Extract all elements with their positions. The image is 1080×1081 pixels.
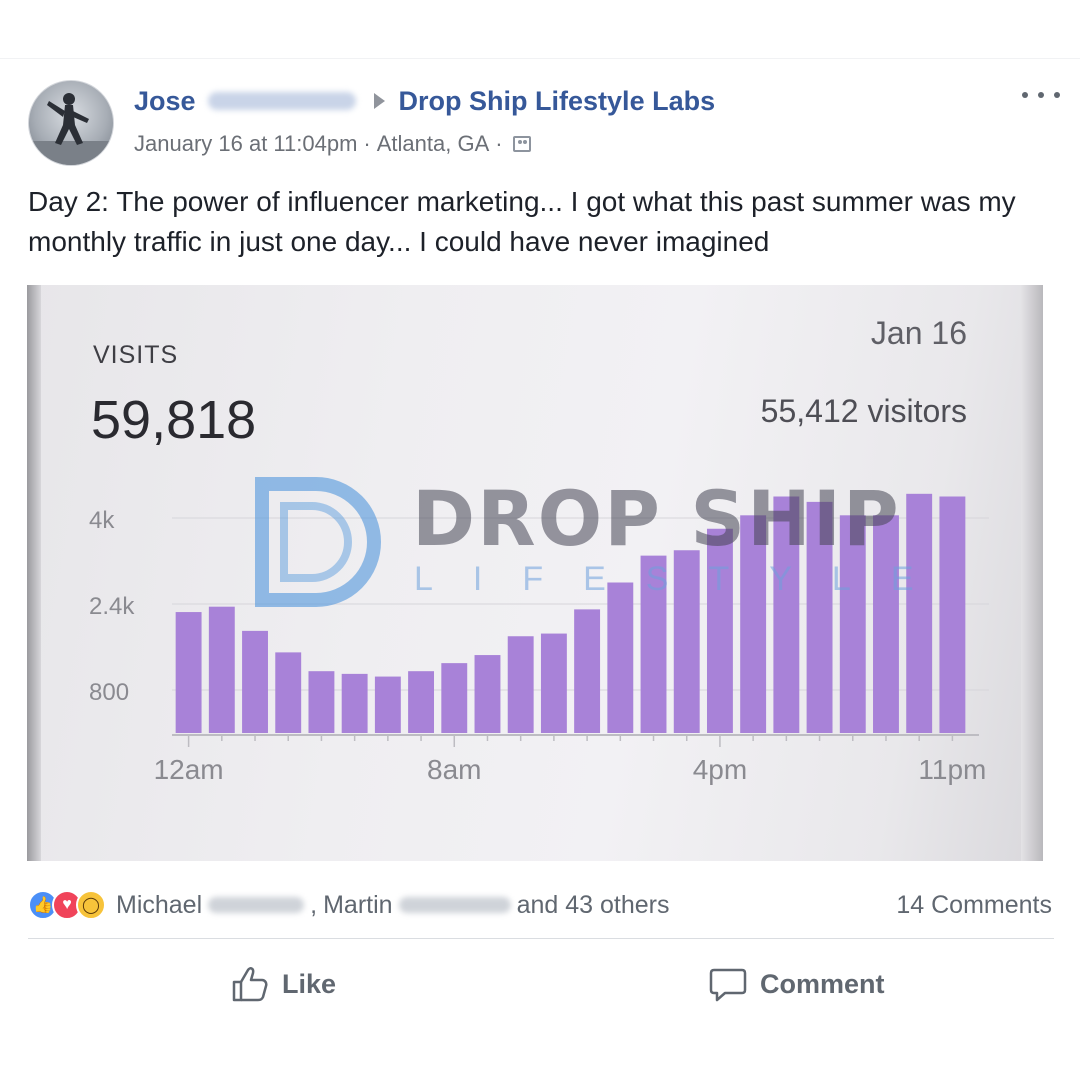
thumbs-up-icon [232, 967, 268, 1002]
author-name-blurred [207, 92, 356, 110]
comment-label: Comment [760, 968, 885, 999]
comment-bubble-icon [709, 968, 747, 1002]
chart-bar [341, 673, 368, 733]
x-tick-label: 11pm [918, 754, 986, 785]
chart-bar [242, 630, 268, 733]
avatar-photo-icon [29, 93, 113, 165]
chart-bar [208, 606, 235, 733]
chart-bar [408, 671, 435, 733]
members-privacy-icon[interactable] [512, 136, 531, 152]
post-location-link[interactable]: Atlanta, GA [377, 131, 490, 157]
dot [1054, 92, 1060, 98]
meta-separator: · [495, 131, 503, 156]
watermark-title: DROP SHIP [412, 474, 901, 563]
chart-bar [275, 652, 302, 733]
chart-bar [308, 671, 335, 733]
like-label: Like [282, 968, 337, 999]
reactor-name-1-blurred [208, 897, 305, 913]
chart-bar [474, 655, 501, 733]
actions-divider [28, 938, 1054, 939]
comments-count-link[interactable]: 14 Comments [896, 888, 1052, 922]
y-tick-label: 4k [89, 507, 115, 534]
y-tick-label: 2.4k [89, 593, 135, 620]
x-tick-label: 12am [154, 754, 224, 785]
chart-bar [607, 582, 634, 733]
chart-bar [507, 636, 534, 733]
x-tick-label: 8am [427, 754, 481, 785]
group-name-link[interactable]: Drop Ship Lifestyle Labs [399, 86, 716, 117]
post-body-text: Day 2: The power of influencer marketing… [28, 186, 1016, 257]
more-options-icon[interactable] [1022, 82, 1060, 108]
meta-separator: · [363, 131, 371, 156]
chart-bar [574, 609, 601, 733]
reactor-separator: , [310, 890, 318, 919]
reactor-name-1[interactable]: Michael [116, 891, 202, 920]
dot [1022, 92, 1028, 98]
wow-reaction-icon: ◯ [76, 890, 106, 920]
like-button[interactable]: Like [230, 962, 336, 1006]
chart-bar [374, 676, 401, 733]
comment-button[interactable]: Comment [708, 962, 885, 1006]
dot [1038, 92, 1044, 98]
chart-bar [540, 633, 567, 733]
post-timestamp-link[interactable]: January 16 at 11:04pm [134, 131, 357, 157]
post-meta: January 16 at 11:04pm · Atlanta, GA · [134, 128, 531, 160]
arrow-right-icon [373, 93, 385, 109]
chart-bar [939, 496, 966, 733]
x-tick-label: 4pm [693, 754, 747, 785]
author-name-link[interactable]: Jose [134, 86, 196, 117]
chart-bar [906, 493, 933, 733]
chart-bar [441, 663, 468, 733]
reactions-summary[interactable]: 👍 ♥ ◯ Michael , Martin and 43 others [28, 888, 669, 922]
author-avatar[interactable] [28, 80, 114, 166]
reactor-name-2-blurred [398, 897, 511, 913]
y-tick-label: 800 [89, 679, 129, 706]
watermark-subtitle: LIFESTYLE [414, 560, 954, 598]
chart-bar [175, 612, 202, 733]
post-header: Jose Drop Ship Lifestyle Labs [134, 84, 715, 118]
reactors-others[interactable]: and 43 others [517, 891, 670, 920]
reactor-name-2[interactable]: Martin [323, 891, 392, 920]
